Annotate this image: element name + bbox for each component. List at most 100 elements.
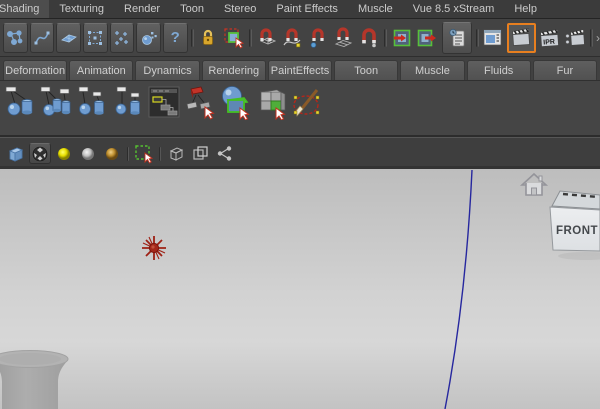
input-connections-icon	[392, 28, 412, 48]
render-current-frame-button[interactable]	[507, 23, 536, 53]
panel-toolbar	[0, 141, 600, 166]
highlight-selection-box-icon	[134, 144, 154, 164]
view-cube[interactable]: FRONT	[550, 191, 600, 260]
snap-to-curve-button[interactable]	[280, 23, 304, 53]
shelf-button-muscle-spline[interactable]	[38, 83, 74, 121]
shelf-tab-rendering[interactable]: Rendering	[202, 60, 266, 80]
toolbar-divider	[189, 25, 196, 51]
lock-selection-button[interactable]	[196, 23, 220, 53]
menu-stereo[interactable]: Stereo	[214, 0, 266, 18]
construction-history-icon	[447, 27, 467, 49]
menu-render[interactable]: Render	[114, 0, 170, 18]
shelf-tab-fluids[interactable]: Fluids	[467, 60, 531, 80]
output-connections-button[interactable]	[415, 23, 439, 53]
render-settings-icon	[564, 28, 586, 48]
select-surface-icon	[60, 29, 78, 47]
smooth-shade-button[interactable]	[29, 143, 51, 164]
wireframe-cube-button[interactable]	[5, 143, 27, 164]
select-particle-button[interactable]	[110, 23, 135, 53]
menu-shading[interactable]: Shading	[0, 0, 49, 18]
shelf-button-muscle-set-objects[interactable]	[182, 83, 218, 121]
viewport-scene: FRONT	[0, 169, 600, 409]
select-misc-button[interactable]: ?	[163, 23, 188, 53]
select-surface-button[interactable]	[56, 23, 81, 53]
render-view-icon	[482, 28, 504, 48]
shelf-tab-muscle[interactable]: Muscle	[400, 60, 464, 80]
toolbar-divider	[588, 25, 595, 51]
shelf-button-muscle-paint-weights[interactable]	[290, 83, 326, 121]
select-hierarchy-button[interactable]	[3, 23, 28, 53]
wireframe-cube-icon	[7, 145, 25, 163]
highlight-selection-icon	[223, 27, 245, 49]
shelf-tab-toon[interactable]: Toon	[334, 60, 398, 80]
menu-vue-xstream[interactable]: Vue 8.5 xStream	[403, 0, 505, 18]
snap-to-curve-icon	[281, 27, 303, 49]
render-view-button[interactable]	[482, 23, 506, 53]
ipr-render-button[interactable]: IPR	[538, 23, 562, 53]
select-curve-icon	[33, 29, 51, 47]
shelf-button-muscle-builder[interactable]	[2, 83, 38, 121]
shelf-button-muscle-node-editor[interactable]	[146, 83, 182, 121]
select-particle-icon	[113, 29, 131, 47]
menu-paint-effects[interactable]: Paint Effects	[266, 0, 348, 18]
select-lattice-button[interactable]	[83, 23, 108, 53]
shelf-button-muscle-bone-convert[interactable]	[74, 83, 110, 121]
wireframe-on-shaded-button[interactable]	[165, 143, 187, 164]
isolate-select-button[interactable]	[189, 143, 211, 164]
muscle-cube-stack-icon	[255, 84, 289, 120]
lighting-sphere-icon	[56, 146, 72, 162]
textured-sphere-button[interactable]	[101, 143, 123, 164]
snap-to-point-icon	[307, 27, 329, 49]
shelf	[0, 81, 600, 135]
construction-history-button[interactable]	[442, 22, 472, 54]
share-view-button[interactable]	[213, 143, 235, 164]
shelf-button-muscle-sphere-cube[interactable]	[218, 83, 254, 121]
render-settings-button[interactable]	[563, 23, 587, 53]
axis-curve[interactable]	[445, 170, 472, 409]
pedestal-object[interactable]	[0, 351, 68, 409]
snap-to-point-button[interactable]	[306, 23, 330, 53]
shelf-tab-dynamics[interactable]: Dynamics	[135, 60, 199, 80]
menu-help[interactable]: Help	[504, 0, 547, 18]
toolbar-divider	[382, 25, 389, 51]
menu-muscle[interactable]: Muscle	[348, 0, 403, 18]
textured-sphere-icon	[104, 146, 120, 162]
shelf-tab-painteffects[interactable]: PaintEffects	[268, 60, 332, 80]
share-view-icon	[216, 145, 233, 162]
home-icon[interactable]	[522, 174, 546, 195]
toolbar-overflow-button[interactable]: ›	[596, 31, 600, 45]
shelf-tab-fur[interactable]: Fur	[533, 60, 597, 80]
make-live-button[interactable]	[357, 23, 381, 53]
viewport[interactable]: FRONT	[0, 169, 600, 409]
select-emitter-icon	[140, 29, 158, 47]
select-curve-button[interactable]	[30, 23, 55, 53]
shelf-button-muscle-cube-stack[interactable]	[254, 83, 290, 121]
smooth-shade-sphere-icon	[32, 146, 48, 162]
highlight-selection-box-button[interactable]	[133, 143, 155, 164]
menu-toon[interactable]: Toon	[170, 0, 214, 18]
muscle-spline-icon	[39, 84, 73, 120]
default-material-sphere-button[interactable]	[77, 143, 99, 164]
snap-to-view-plane-icon	[332, 27, 354, 49]
wireframe-on-shaded-icon	[168, 145, 185, 162]
highlight-selection-button[interactable]	[222, 23, 246, 53]
question-mark-icon: ?	[171, 29, 180, 46]
input-connections-button[interactable]	[390, 23, 414, 53]
shelf-tab-bar: Deformation Animation Dynamics Rendering…	[0, 57, 600, 81]
snap-to-view-plane-button[interactable]	[332, 23, 356, 53]
select-emitter-button[interactable]	[136, 23, 161, 53]
menu-texturing[interactable]: Texturing	[49, 0, 114, 18]
snap-to-grid-button[interactable]	[255, 23, 279, 53]
muscle-node-editor-icon	[147, 84, 181, 120]
shelf-tab-animation[interactable]: Animation	[69, 60, 133, 80]
svg-text:IPR: IPR	[543, 38, 555, 46]
lighting-sphere-button[interactable]	[53, 143, 75, 164]
render-current-frame-icon	[511, 28, 532, 47]
make-live-icon	[358, 27, 380, 49]
shelf-tab-deformation[interactable]: Deformation	[3, 60, 67, 80]
shelf-button-muscle-simple[interactable]	[110, 83, 146, 121]
point-light-star[interactable]	[142, 236, 166, 260]
default-material-sphere-icon	[80, 146, 96, 162]
lock-icon	[199, 28, 217, 48]
muscle-paint-weights-icon	[291, 84, 325, 120]
